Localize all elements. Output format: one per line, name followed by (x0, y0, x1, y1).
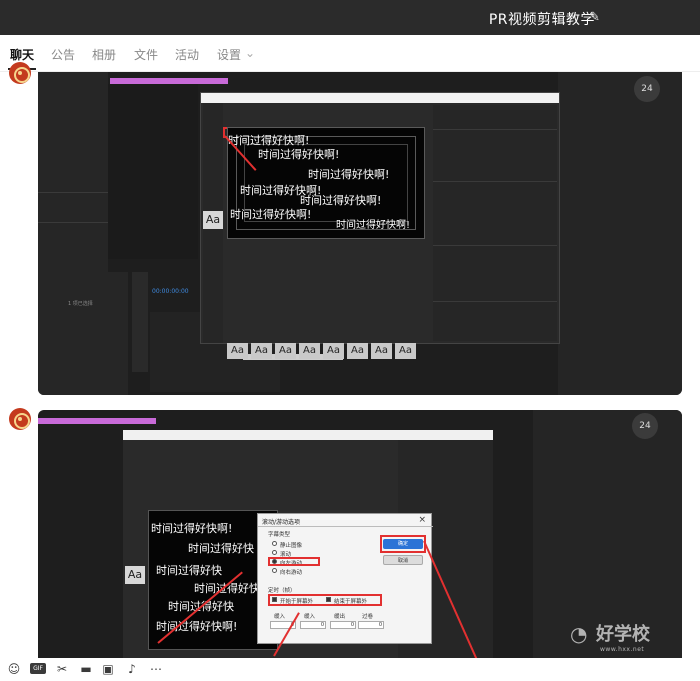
gif-icon[interactable]: GIF (30, 663, 46, 674)
tab-bar: 聊天 公告 相册 文件 活动 设置 ⌄ (0, 35, 700, 72)
tab-album[interactable]: 相册 (92, 46, 116, 63)
bell-icon[interactable]: ♪ (124, 661, 140, 677)
tools-panel (132, 272, 148, 372)
group-title: PR视频剪辑教学 (488, 12, 595, 28)
avatar[interactable] (9, 408, 31, 430)
roll-crawl-dialog: 滚动/游动选项 × 字幕类型 静止图像 滚动 向左游动 向右游动 定时（帧） 开… (257, 513, 433, 644)
ease-out-field[interactable]: 0 (330, 621, 356, 629)
watermark-logo: ◔ 好学校 www.hxx.net (570, 622, 650, 653)
close-icon[interactable]: × (418, 515, 426, 525)
radio-crawl-right[interactable] (272, 568, 277, 573)
project-panel (38, 72, 108, 272)
message-image[interactable]: 1 项已选择 00:00:00:00 24 时间过得好快啊! 时间过得好快啊! … (38, 72, 682, 395)
effects-panel (558, 72, 682, 395)
ease-in-field[interactable]: 0 (300, 621, 326, 629)
source-monitor (108, 84, 198, 259)
avatar[interactable] (9, 62, 31, 84)
tab-settings[interactable]: 设置 (217, 46, 241, 63)
timeline-clip (38, 418, 156, 424)
folder-icon[interactable]: ▬ (78, 661, 94, 677)
emoji-icon[interactable]: ☺ (6, 661, 22, 677)
pencil-icon[interactable]: ✎ (589, 10, 600, 25)
highlight-box (268, 557, 320, 566)
titler-window: 时间过得好快啊! 时间过得好快啊! 时间过得好快啊! 时间过得好快啊! 时间过得… (200, 92, 560, 359)
tab-chat[interactable]: 聊天 (10, 46, 34, 63)
radio-roll[interactable] (272, 550, 277, 555)
title-canvas: 时间过得好快啊! 时间过得好快啊! 时间过得好快啊! 时间过得好快啊! 时间过得… (227, 127, 425, 239)
radio-still[interactable] (272, 541, 277, 546)
input-toolbar: ☺ GIF ✂ ▬ ▣ ♪ ⋯ (0, 658, 700, 681)
style-swatches: Aa Aa Aa Aa Aa Aa Aa Aa (227, 343, 427, 363)
logo-icon: ◔ (570, 622, 588, 646)
more-icon[interactable]: ⋯ (148, 661, 164, 677)
highlight-box (268, 594, 382, 606)
tab-activity[interactable]: 活动 (175, 46, 199, 63)
chat-window: PR视频剪辑教学 ✎ 聊天 公告 相册 文件 活动 设置 ⌄ 1 项已选择 00… (0, 0, 700, 681)
tab-files[interactable]: 文件 (134, 46, 158, 63)
highlight-box (380, 535, 426, 553)
bin-panel (38, 272, 128, 395)
title-bar: PR视频剪辑教学 ✎ (0, 0, 700, 35)
frame-rate-badge: 24 (634, 76, 660, 102)
cancel-button[interactable]: 取消 (383, 555, 423, 565)
text-style-swatch[interactable]: Aa (203, 211, 223, 229)
titler-title-bar (123, 430, 493, 440)
chevron-down-icon[interactable]: ⌄ (245, 46, 255, 60)
text-style-swatch[interactable]: Aa (125, 566, 145, 584)
tab-announcement[interactable]: 公告 (51, 46, 75, 63)
scissors-icon[interactable]: ✂ (54, 661, 70, 677)
frame-rate-badge: 24 (632, 413, 658, 439)
dialog-title: 滚动/游动选项 (262, 519, 301, 526)
title-properties (433, 105, 557, 341)
image-icon[interactable]: ▣ (100, 661, 116, 677)
postroll-field[interactable]: 0 (358, 621, 384, 629)
